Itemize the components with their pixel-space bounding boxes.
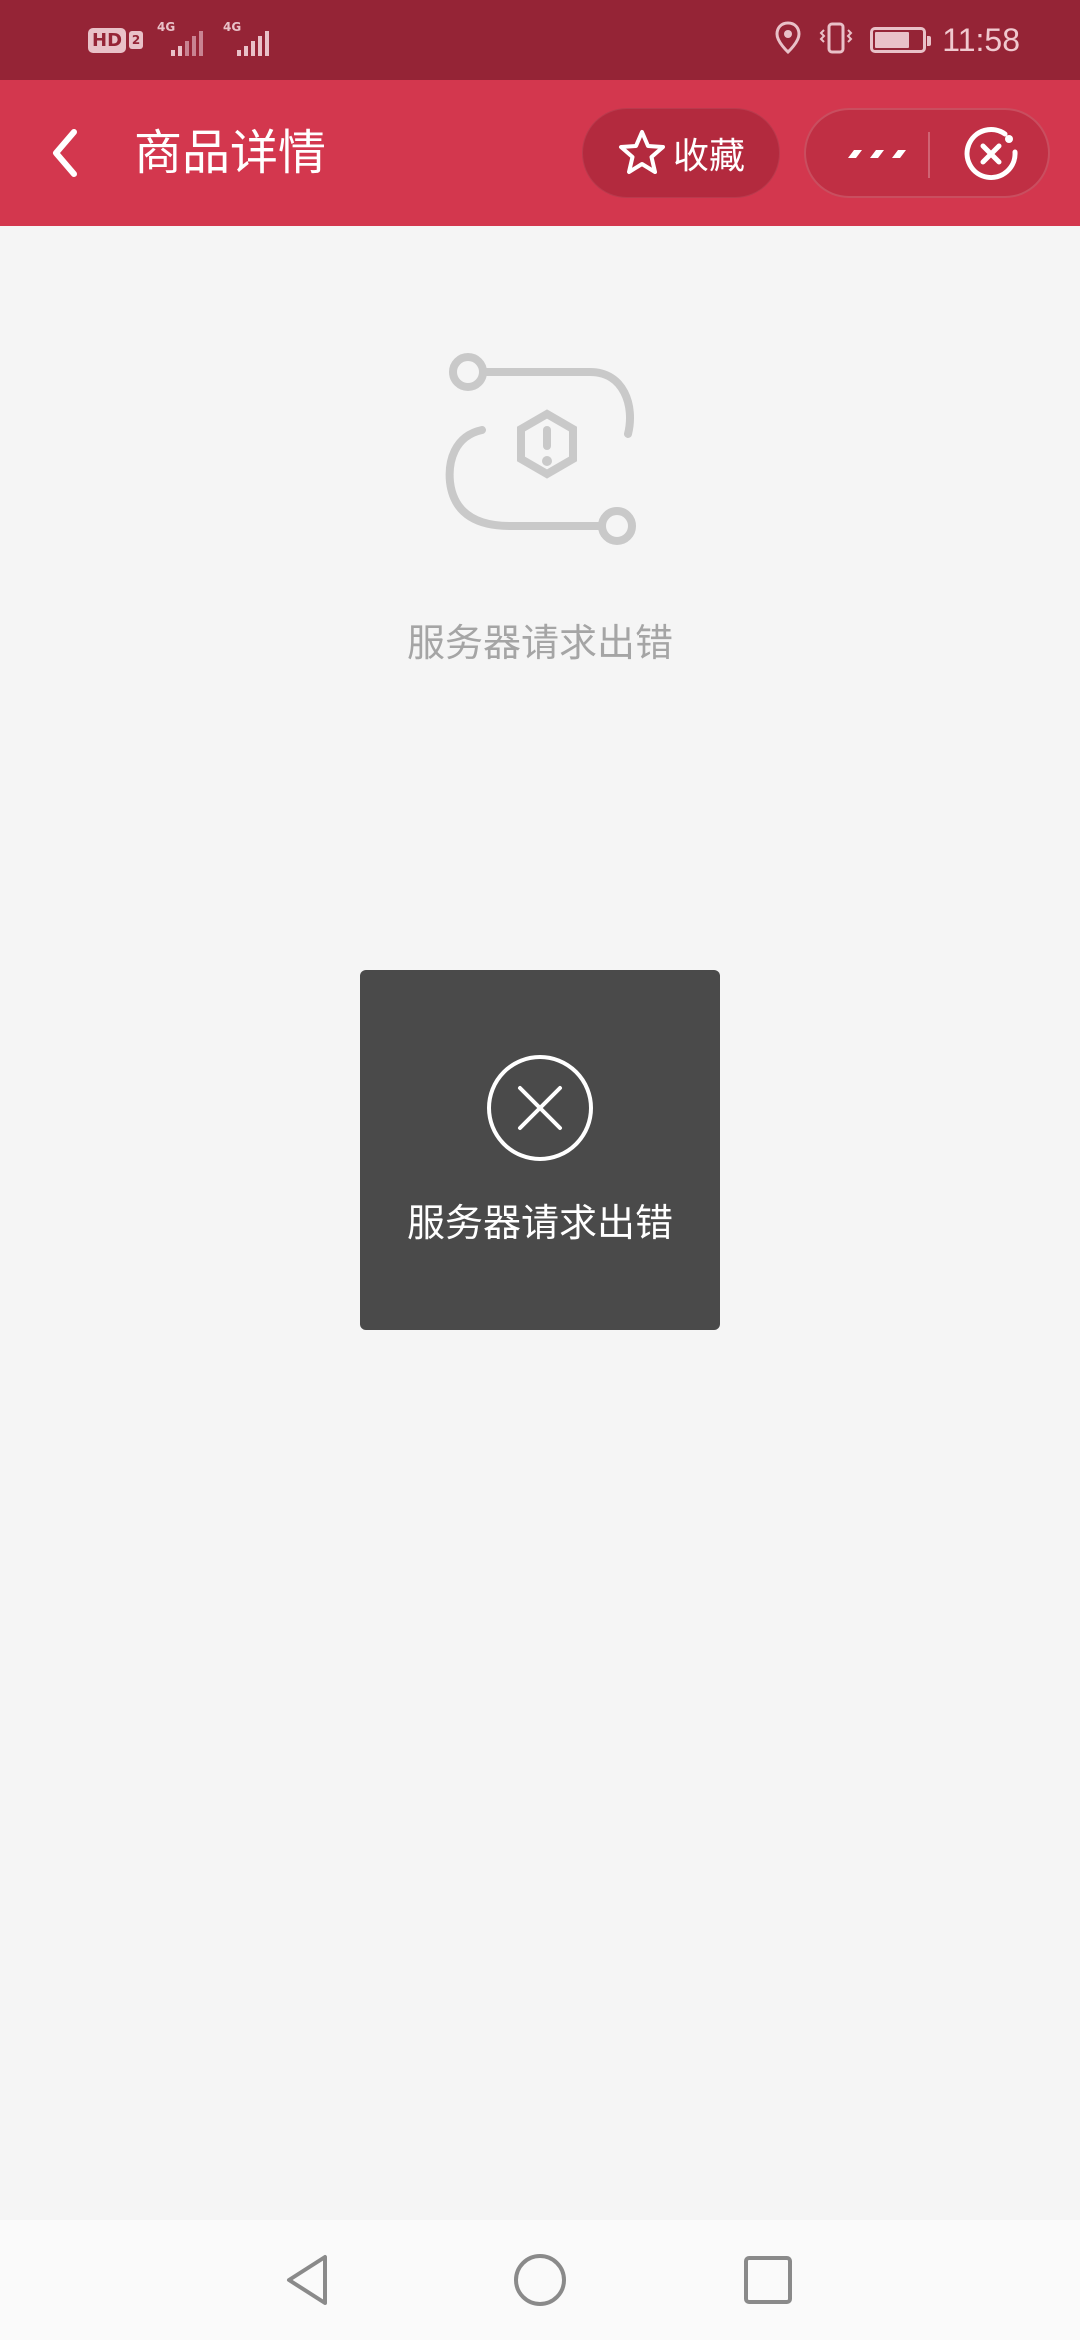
circle-home-icon bbox=[514, 2254, 566, 2306]
chevron-left-icon bbox=[53, 129, 77, 177]
star-outline-icon bbox=[618, 130, 665, 174]
toast-message: 服务器请求出错 bbox=[406, 1201, 673, 1245]
hd-label: HD bbox=[88, 27, 127, 53]
favorite-button[interactable]: 收藏 bbox=[582, 108, 780, 198]
more-dots-icon bbox=[848, 150, 906, 158]
capsule-divider bbox=[928, 132, 930, 178]
back-button[interactable] bbox=[36, 120, 96, 186]
location-icon bbox=[774, 21, 802, 59]
signal-icon-2: 4G bbox=[223, 20, 275, 60]
status-right: 11:58 bbox=[774, 18, 1020, 62]
clock: 11:58 bbox=[942, 21, 1020, 58]
system-back-button[interactable] bbox=[278, 2250, 338, 2310]
signal-icon-1: 4G bbox=[157, 20, 209, 60]
system-nav-bar bbox=[0, 2220, 1080, 2340]
close-circle-icon bbox=[486, 1054, 594, 1162]
favorite-label: 收藏 bbox=[672, 136, 745, 177]
miniprogram-capsule bbox=[804, 108, 1050, 198]
sim-label: 2 bbox=[129, 31, 144, 49]
system-recents-button[interactable] bbox=[738, 2250, 798, 2310]
system-home-button[interactable] bbox=[510, 2250, 570, 2310]
battery-icon bbox=[870, 27, 932, 53]
hd-badge: HD 2 bbox=[88, 27, 144, 53]
error-toast: 服务器请求出错 bbox=[360, 970, 720, 1330]
square-recents-icon bbox=[744, 2256, 792, 2304]
status-bar: HD 2 4G 4G 11:58 bbox=[0, 0, 1080, 80]
vibrate-icon bbox=[818, 21, 854, 59]
nav-bar: 商品详情 收藏 bbox=[0, 80, 1080, 226]
error-message: 服务器请求出错 bbox=[406, 621, 673, 665]
more-button[interactable] bbox=[826, 110, 926, 198]
triangle-back-icon bbox=[287, 2255, 327, 2305]
close-circle-icon bbox=[964, 127, 1018, 180]
close-miniprogram-button[interactable] bbox=[946, 110, 1036, 198]
status-left: HD 2 4G 4G bbox=[88, 20, 275, 60]
network-error-icon bbox=[440, 346, 650, 556]
page-title: 商品详情 bbox=[134, 125, 327, 181]
